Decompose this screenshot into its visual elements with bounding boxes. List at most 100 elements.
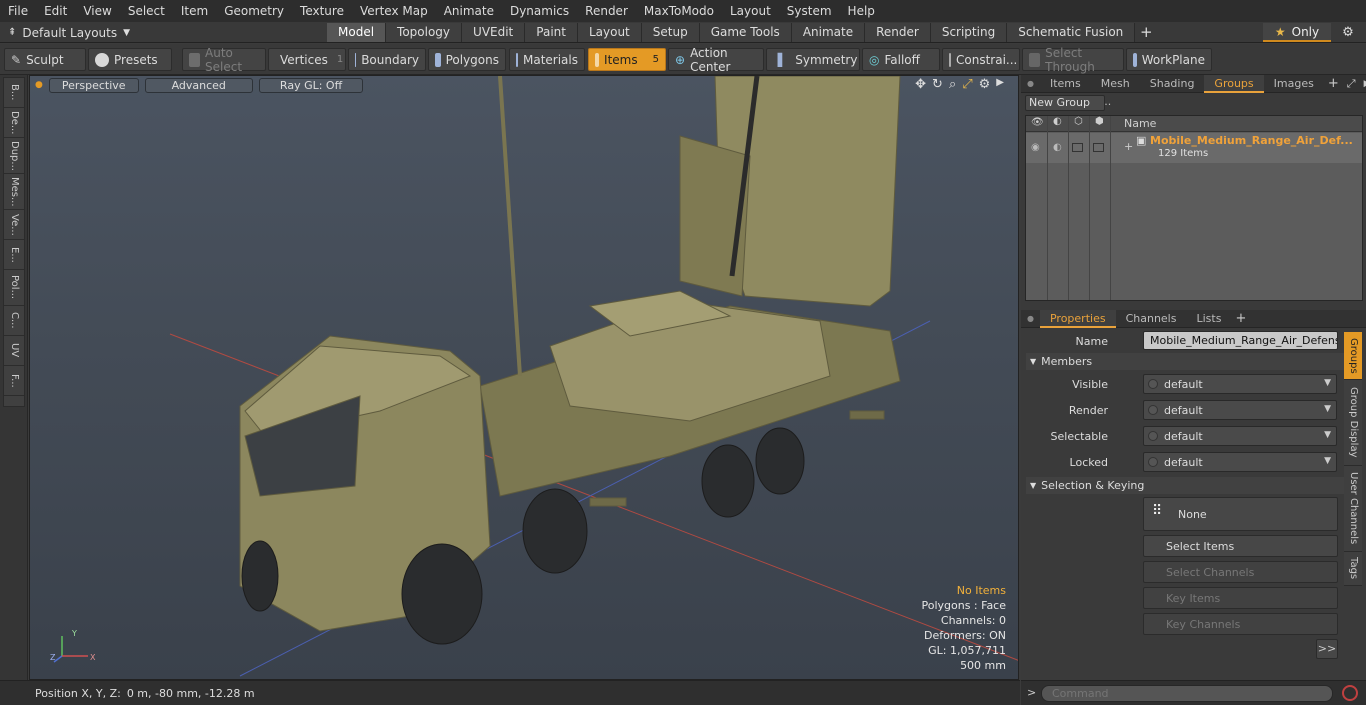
falloff-button[interactable]: ◎ Falloff [862, 48, 940, 71]
tab-game-tools[interactable]: Game Tools [699, 23, 792, 42]
zoom-icon[interactable]: ⌕ [949, 77, 956, 92]
constraints-button[interactable]: Constrai... [942, 48, 1020, 71]
left-tab-polygon[interactable]: Pol... [4, 270, 24, 306]
command-input[interactable] [1041, 685, 1333, 702]
record-icon[interactable] [1342, 685, 1358, 701]
tab-groups[interactable]: Groups [1204, 74, 1264, 93]
left-tab-edge[interactable]: E... [4, 240, 24, 270]
boundary-button[interactable]: Boundary [348, 48, 426, 71]
menu-maxtomodo[interactable]: MaxToModo [636, 0, 722, 22]
props-dot-icon[interactable]: ● [1021, 314, 1040, 323]
left-tab-vertex[interactable]: Ve... [4, 210, 24, 240]
auto-select-button[interactable]: Auto Select [182, 46, 266, 74]
menu-file[interactable]: File [0, 0, 36, 22]
tab-shading[interactable]: Shading [1140, 75, 1205, 93]
menu-dynamics[interactable]: Dynamics [502, 0, 577, 22]
materials-button[interactable]: Materials [509, 48, 585, 71]
tab-lists[interactable]: Lists [1186, 310, 1231, 328]
tab-layout[interactable]: Layout [577, 23, 642, 42]
side-tab-group-display[interactable]: Group Display [1344, 380, 1362, 466]
raygl-button[interactable]: Ray GL: Off [258, 77, 364, 93]
tab-items[interactable]: Items [1040, 75, 1091, 93]
left-tab-curve[interactable]: C... [4, 306, 24, 336]
menu-help[interactable]: Help [840, 0, 883, 22]
select-channels-button[interactable]: Select Channels [1143, 561, 1338, 583]
menu-edit[interactable]: Edit [36, 0, 75, 22]
menu-animate[interactable]: Animate [436, 0, 502, 22]
tab-images[interactable]: Images [1264, 75, 1324, 93]
tab-schematic-fusion[interactable]: Schematic Fusion [1007, 23, 1136, 42]
action-center-button[interactable]: ⊕ Action Center [668, 46, 764, 74]
key-channels-button[interactable]: Key Channels [1143, 613, 1338, 635]
menu-item[interactable]: Item [173, 0, 216, 22]
tab-topology[interactable]: Topology [386, 23, 463, 42]
side-tab-groups[interactable]: Groups [1344, 332, 1362, 380]
select-through-button[interactable]: Select Through [1022, 46, 1124, 74]
side-tab-tags[interactable]: Tags [1344, 552, 1362, 586]
left-tab-basic[interactable]: B... [4, 78, 24, 108]
advanced-button[interactable]: Advanced [144, 77, 253, 93]
menu-system[interactable]: System [779, 0, 840, 22]
visible-select[interactable]: default ▼ [1143, 374, 1337, 394]
key-items-button[interactable]: Key Items [1143, 587, 1338, 609]
row-eye-icon[interactable]: ◉ [1031, 142, 1040, 153]
none-button[interactable]: ⠿ None [1143, 497, 1338, 531]
symmetry-button[interactable]: ▐ Symmetry [766, 48, 860, 71]
tab-paint[interactable]: Paint [525, 23, 578, 42]
panel-dot-icon[interactable]: ● [1021, 79, 1040, 88]
members-section[interactable]: ▼ Members [1026, 353, 1344, 370]
items-button[interactable]: Items 5 [588, 48, 666, 71]
workplane-button[interactable]: WorkPlane [1126, 48, 1212, 71]
tab-model[interactable]: Model [327, 23, 387, 42]
left-tab-fusion[interactable]: F... [4, 366, 24, 396]
left-tab-deform[interactable]: De... [4, 108, 24, 138]
more-button[interactable]: >> [1316, 639, 1338, 659]
move-view-icon[interactable]: ✥ [915, 77, 926, 92]
viewport-gear-icon[interactable]: ⚙ [979, 77, 991, 92]
tab-scripting[interactable]: Scripting [930, 23, 1008, 42]
new-group-button[interactable]: New Group [1025, 95, 1105, 111]
presets-button[interactable]: Presets [88, 48, 172, 71]
tab-channels[interactable]: Channels [1116, 310, 1187, 328]
name-field[interactable]: Mobile_Medium_Range_Air_Defense_I [1143, 331, 1338, 350]
render-select[interactable]: default ▼ [1143, 400, 1337, 420]
add-tab-icon[interactable]: + [1135, 23, 1157, 42]
rotate-view-icon[interactable]: ↻ [932, 77, 943, 92]
left-tab-uv[interactable]: UV [4, 336, 24, 366]
menu-vertex-map[interactable]: Vertex Map [352, 0, 436, 22]
menu-select[interactable]: Select [120, 0, 173, 22]
row-render-icon[interactable]: ◐ [1053, 142, 1062, 153]
menu-geometry[interactable]: Geometry [216, 0, 292, 22]
perspective-button[interactable]: Perspective [48, 77, 139, 93]
tab-uvedit[interactable]: UVEdit [462, 23, 526, 42]
name-column-header[interactable]: Name [1124, 117, 1156, 130]
menu-view[interactable]: View [75, 0, 119, 22]
left-tab-mesh-edit[interactable]: Mes... [4, 174, 24, 210]
panel-play-icon[interactable]: ▶ [1360, 79, 1366, 89]
selection-keying-section[interactable]: ▼ Selection & Keying [1026, 477, 1344, 494]
expand-row-icon[interactable]: + [1124, 140, 1133, 153]
tab-render[interactable]: Render [865, 23, 931, 42]
row-select-icon[interactable] [1072, 143, 1083, 152]
add-props-tab-icon[interactable]: + [1231, 311, 1250, 326]
expand-icon[interactable]: ⤢ [1343, 77, 1360, 91]
collapse-icon[interactable]: ⇞ [8, 27, 16, 38]
add-panel-tab-icon[interactable]: + [1324, 76, 1343, 91]
3d-viewport[interactable]: ● Perspective Advanced Ray GL: Off ✥ ↻ ⌕… [29, 75, 1019, 680]
tab-animate[interactable]: Animate [791, 23, 866, 42]
group-row[interactable]: ◉ ◐ + ▣ Mobile_Medium_Range_Air_Def... 1… [1026, 133, 1362, 163]
side-tab-user-channels[interactable]: User Channels [1344, 466, 1362, 552]
sculpt-button[interactable]: ✎ Sculpt [4, 48, 86, 71]
row-lock-icon[interactable] [1093, 143, 1104, 152]
left-tab-duplicate[interactable]: Dup... [4, 138, 24, 174]
viewport-dot-icon[interactable]: ● [35, 80, 43, 90]
menu-texture[interactable]: Texture [292, 0, 352, 22]
select-items-button[interactable]: Select Items [1143, 535, 1338, 557]
layout-selector[interactable]: ⇞ Default Layouts ▼ [8, 22, 130, 43]
fit-icon[interactable]: ⤢ [962, 77, 972, 92]
selectable-select[interactable]: default ▼ [1143, 426, 1337, 446]
tab-setup[interactable]: Setup [641, 23, 700, 42]
play-icon[interactable]: ▶ [996, 77, 1004, 92]
only-button[interactable]: ★ Only [1263, 23, 1331, 42]
polygons-button[interactable]: Polygons [428, 48, 506, 71]
